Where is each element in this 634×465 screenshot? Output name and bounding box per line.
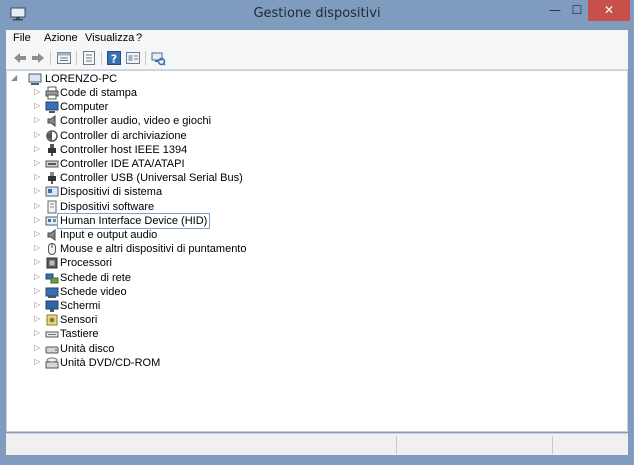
tree-item-label: Human Interface Device (HID) [56, 212, 211, 229]
expand-arrow-icon[interactable]: ▷ [34, 357, 42, 367]
toolbar-separator [101, 51, 102, 65]
tree-item-label: Controller USB (Universal Serial Bus) [60, 172, 243, 185]
tree-item-label: Schede video [60, 285, 127, 298]
window-border [0, 455, 634, 465]
sensor-icon [46, 314, 58, 326]
expand-arrow-icon[interactable]: ▷ [34, 243, 42, 253]
expand-arrow-icon[interactable]: ▷ [34, 257, 42, 267]
tree-item-label: Tastiere [60, 328, 99, 341]
expand-arrow-icon[interactable]: ▷ [34, 172, 42, 182]
tree-item-label: Dispositivi software [60, 200, 155, 213]
expand-arrow-icon[interactable]: ▷ [34, 158, 42, 168]
expand-arrow-icon[interactable]: ▷ [34, 144, 42, 154]
maximize-button[interactable]: ☐ [566, 0, 588, 21]
help-icon[interactable]: ? [106, 50, 122, 66]
expand-arrow-icon[interactable]: ▷ [34, 186, 42, 196]
ide-controller-icon [45, 160, 59, 168]
forward-icon[interactable] [30, 50, 46, 66]
software-devices-icon [47, 200, 57, 214]
tree-item-label: Schede di rete [60, 271, 131, 284]
toolbar-separator [76, 51, 77, 65]
toolbar-separator [50, 51, 51, 65]
svg-text:?: ? [111, 53, 117, 66]
update-driver-icon[interactable] [81, 50, 97, 66]
expand-arrow-icon[interactable]: ▷ [34, 300, 42, 310]
tree-item-label: Controller IDE ATA/ATAPI [60, 158, 185, 170]
collapse-arrow-icon[interactable]: ◢ [11, 73, 19, 83]
expand-arrow-icon[interactable]: ▷ [34, 286, 42, 296]
expand-arrow-icon[interactable]: ▷ [34, 115, 42, 125]
expand-arrow-icon[interactable]: ▷ [34, 87, 42, 97]
toolbar-separator [145, 51, 146, 65]
audio-io-icon [47, 229, 56, 241]
tree-item-label: Schermi [60, 300, 101, 312]
network-adapter-icon [45, 273, 59, 284]
close-button[interactable]: ✕ [588, 0, 630, 21]
tree-item-label: Code di stampa [60, 87, 138, 99]
mouse-icon [48, 243, 56, 256]
storage-controller-icon [46, 129, 58, 142]
tree-root-label: LORENZO-PC [45, 73, 118, 85]
tree-item-label: Dispositivi di sistema [60, 186, 163, 199]
disk-drive-icon [45, 346, 59, 354]
expand-arrow-icon[interactable]: ▷ [34, 101, 42, 111]
computer-icon [45, 101, 59, 114]
monitor-icon [45, 300, 59, 312]
expand-arrow-icon[interactable]: ▷ [34, 328, 42, 338]
computer-root-icon [28, 73, 42, 85]
printer-icon [45, 86, 59, 100]
status-bar [6, 433, 628, 456]
expand-arrow-icon[interactable]: ▷ [34, 229, 42, 239]
tree-item-label: Unità DVD/CD-ROM [60, 356, 161, 369]
tree-item-label: Mouse e altri dispositivi di puntamento [60, 243, 247, 256]
expand-arrow-icon[interactable]: ▷ [34, 314, 42, 324]
properties-view-icon[interactable] [56, 50, 72, 66]
audio-controller-icon [47, 115, 56, 128]
ieee1394-icon [48, 143, 56, 156]
tree-item-label: Unità disco [60, 342, 115, 355]
hid-icon [45, 216, 59, 226]
back-icon[interactable] [12, 50, 28, 66]
device-tree[interactable]: ◢ LORENZO-PC ▷ Code di stampa ▷ Computer ▷ Co… [6, 70, 628, 432]
expand-arrow-icon[interactable]: ▷ [34, 130, 42, 140]
tree-item-label: Input e output audio [60, 229, 158, 241]
minimize-button[interactable]: — [544, 0, 566, 21]
title-bar[interactable]: Gestione dispositivi — ☐ ✕ [0, 0, 634, 30]
usb-icon [48, 172, 56, 185]
expand-arrow-icon[interactable]: ▷ [34, 343, 42, 353]
tree-item-label: Controller audio, video e giochi [60, 115, 212, 128]
menu-azione[interactable]: Azione [41, 31, 81, 45]
tree-item-label: Controller di archiviazione [60, 129, 187, 142]
dvd-drive-icon [45, 357, 59, 369]
status-divider [552, 436, 553, 454]
tree-item-label: Sensori [60, 314, 98, 327]
tree-item-label: Processori [60, 257, 112, 270]
expand-arrow-icon[interactable]: ▷ [34, 201, 42, 211]
tree-item-label: Controller host IEEE 1394 [60, 143, 188, 156]
window-title: Gestione dispositivi [253, 6, 381, 21]
processor-icon [46, 257, 58, 269]
menu-help[interactable]: ? [133, 31, 145, 45]
menu-file[interactable]: File [10, 31, 34, 45]
tree-item-label: Computer [60, 101, 109, 114]
scan-hardware-icon[interactable] [150, 50, 166, 66]
expand-arrow-icon[interactable]: ▷ [34, 215, 42, 225]
toolbar: ? [6, 48, 628, 70]
status-divider [396, 436, 397, 454]
keyboard-icon [45, 331, 59, 338]
menu-visualizza[interactable]: Visualizza [82, 31, 137, 45]
menu-bar: File Azione Visualizza ? [6, 30, 628, 49]
expand-arrow-icon[interactable]: ▷ [34, 272, 42, 282]
system-devices-icon [45, 186, 59, 197]
display-adapter-icon [45, 287, 59, 298]
details-icon[interactable] [125, 50, 141, 66]
device-manager-window: Gestione dispositivi — ☐ ✕ File Azione V… [0, 0, 634, 465]
